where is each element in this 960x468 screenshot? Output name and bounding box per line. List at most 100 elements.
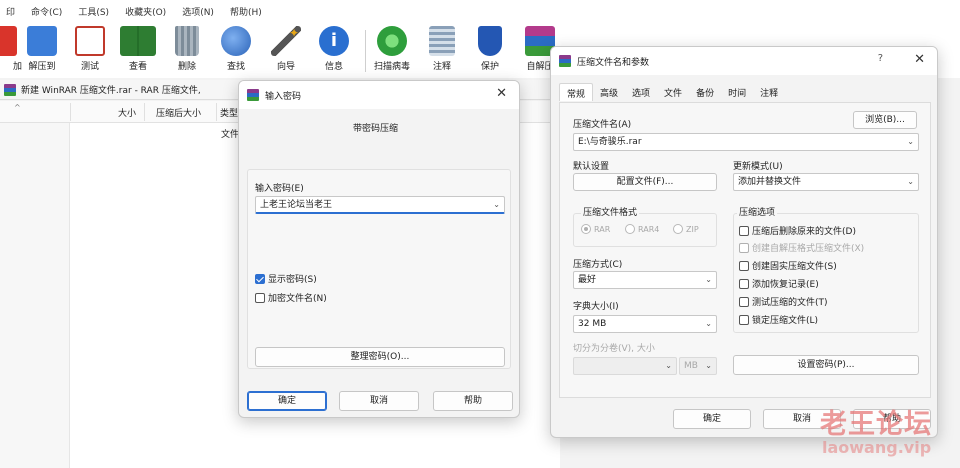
toolbar-label: 测试 — [80, 62, 99, 72]
method-select[interactable]: 最好 ⌄ — [573, 271, 717, 289]
view-book-icon — [120, 26, 156, 56]
radio-dot — [625, 224, 635, 234]
virus-scan-icon — [377, 26, 407, 56]
chevron-down-icon: ⌄ — [907, 177, 914, 186]
close-icon[interactable]: ✕ — [496, 86, 507, 101]
info-icon: i — [319, 26, 349, 56]
rar-archive-icon — [4, 83, 16, 96]
toolbar-find-button[interactable]: 查找 — [212, 24, 260, 76]
toolbar-protect-button[interactable]: 保护 — [466, 24, 514, 76]
method-value: 最好 — [578, 275, 597, 285]
format-rar4-radio[interactable]: RAR4 — [625, 224, 659, 234]
chevron-down-icon[interactable]: ⌄ — [493, 197, 500, 212]
default-settings-label: 默认设置 — [573, 162, 610, 172]
tab-options[interactable]: 选项 — [625, 83, 657, 101]
update-mode-value: 添加并替换文件 — [738, 177, 802, 187]
menu-item-options[interactable]: 选项(N) — [174, 5, 222, 18]
toolbar-label: 保护 — [480, 62, 499, 72]
password-cancel-button[interactable]: 取消 — [339, 391, 419, 411]
dictionary-label: 字典大小(I) — [573, 302, 619, 312]
tab-time[interactable]: 时间 — [721, 83, 753, 101]
dictionary-select[interactable]: 32 MB ⌄ — [573, 315, 717, 333]
password-field-label: 输入密码(E) — [255, 184, 304, 194]
encrypt-names-checkbox[interactable]: 加密文件名(N) — [255, 291, 327, 304]
test-icon — [75, 26, 105, 56]
toolbar-extract-button[interactable]: 解压到 — [18, 24, 66, 76]
toolbar-info-button[interactable]: i 信息 — [310, 24, 358, 76]
archive-ok-button[interactable]: 确定 — [673, 409, 751, 429]
menu-bar: 印 命令(C) 工具(S) 收藏夹(O) 选项(N) 帮助(H) — [0, 0, 960, 22]
toolbar-label: 扫描病毒 — [373, 62, 410, 72]
toolbar-view-button[interactable]: 查看 — [114, 24, 162, 76]
archive-dialog-title: 压缩文件名和参数 — [577, 58, 650, 68]
tab-files[interactable]: 文件 — [657, 83, 689, 101]
help-question-icon[interactable]: ? — [878, 53, 883, 64]
column-packed[interactable]: 压缩后大小 — [156, 106, 201, 119]
toolbar-label: 查看 — [128, 62, 147, 72]
tab-backup[interactable]: 备份 — [689, 83, 721, 101]
password-help-button[interactable]: 帮助 — [433, 391, 513, 411]
tree-pane[interactable] — [0, 123, 70, 468]
menu-item-favorites[interactable]: 收藏夹(O) — [117, 5, 174, 18]
magnifier-icon — [221, 26, 251, 56]
toolbar-comment-button[interactable]: 注释 — [418, 24, 466, 76]
opt-recovery-record[interactable]: 添加恢复记录(E) — [739, 277, 819, 290]
archive-dialog-tabs: 常规 高级 选项 文件 备份 时间 注释 — [559, 83, 785, 101]
tab-comment[interactable]: 注释 — [753, 83, 785, 101]
archive-name-input[interactable]: E:\与奇骏乐.rar ⌄ — [573, 133, 919, 151]
column-size[interactable]: 大小 — [118, 106, 136, 119]
profiles-button[interactable]: 配置文件(F)... — [573, 173, 717, 191]
toolbar-delete-button[interactable]: 删除 — [163, 24, 211, 76]
tab-general[interactable]: 常规 — [559, 83, 594, 101]
update-mode-select[interactable]: 添加并替换文件 ⌄ — [733, 173, 919, 191]
toolbar-virus-scan-button[interactable]: 扫描病毒 — [368, 24, 416, 76]
opt-lock[interactable]: 锁定压缩文件(L) — [739, 313, 818, 326]
split-unit-select[interactable]: MB ⌄ — [679, 357, 717, 375]
close-icon[interactable]: ✕ — [914, 52, 925, 67]
chevron-down-icon: ⌄ — [705, 361, 712, 370]
toolbar-label: 解压到 — [28, 62, 56, 72]
chevron-down-icon[interactable]: ⌄ — [907, 134, 914, 150]
opt-delete-after[interactable]: 压缩后删除原来的文件(D) — [739, 224, 856, 237]
path-text: 新建 WinRAR 压缩文件.rar - RAR 压缩文件, — [21, 86, 201, 96]
menu-item-lead[interactable]: 印 — [6, 5, 23, 18]
toolbar-wizard-button[interactable]: ✦ 向导 — [262, 24, 310, 76]
update-mode-label: 更新模式(U) — [733, 162, 783, 172]
comment-icon — [429, 26, 455, 56]
format-zip-radio[interactable]: ZIP — [673, 224, 699, 234]
password-dialog-titlebar: 输入密码 ✕ — [239, 81, 519, 109]
chevron-down-icon: ⌄ — [705, 275, 712, 284]
toolbar-separator — [365, 30, 366, 72]
password-input[interactable]: 上老王论坛当老王 ⌄ — [255, 196, 505, 214]
sort-up-icon: ^ — [14, 103, 21, 112]
split-volumes-label: 切分为分卷(V), 大小 — [573, 344, 655, 354]
column-divider — [70, 103, 71, 121]
menu-item-help[interactable]: 帮助(H) — [222, 5, 270, 18]
opt-create-sfx[interactable]: 创建自解压格式压缩文件(X) — [739, 241, 864, 254]
archive-dialog-titlebar: 压缩文件名和参数 ? ✕ — [551, 47, 937, 75]
format-rar-radio[interactable]: RAR — [581, 224, 610, 234]
show-password-checkbox[interactable]: 显示密码(S) — [255, 272, 317, 285]
opt-label: 压缩后删除原来的文件(D) — [752, 227, 856, 237]
archive-name-label: 压缩文件名(A) — [573, 120, 632, 130]
format-zip-label: ZIP — [686, 224, 699, 234]
password-value: 上老王论坛当老王 — [260, 200, 333, 210]
column-type[interactable]: 类型 — [220, 106, 238, 119]
toolbar-test-button[interactable]: 测试 — [66, 24, 114, 76]
toolbar-label: 删除 — [177, 62, 196, 72]
archive-name-value: E:\与奇骏乐.rar — [578, 137, 642, 147]
browse-button[interactable]: 浏览(B)... — [853, 111, 917, 129]
checkbox — [255, 273, 265, 284]
tab-advanced[interactable]: 高级 — [593, 83, 625, 101]
organize-passwords-button[interactable]: 整理密码(O)... — [255, 347, 505, 367]
opt-solid[interactable]: 创建固实压缩文件(S) — [739, 259, 837, 272]
password-ok-button[interactable]: 确定 — [247, 391, 327, 411]
set-password-button[interactable]: 设置密码(P)... — [733, 355, 919, 375]
split-size-input[interactable]: ⌄ — [573, 357, 677, 375]
menu-item-commands[interactable]: 命令(C) — [23, 5, 70, 18]
opt-test[interactable]: 测试压缩的文件(T) — [739, 295, 828, 308]
radio-dot — [581, 224, 591, 234]
menu-item-tools[interactable]: 工具(S) — [70, 5, 117, 18]
checkbox — [739, 225, 749, 236]
checkbox — [739, 278, 749, 289]
